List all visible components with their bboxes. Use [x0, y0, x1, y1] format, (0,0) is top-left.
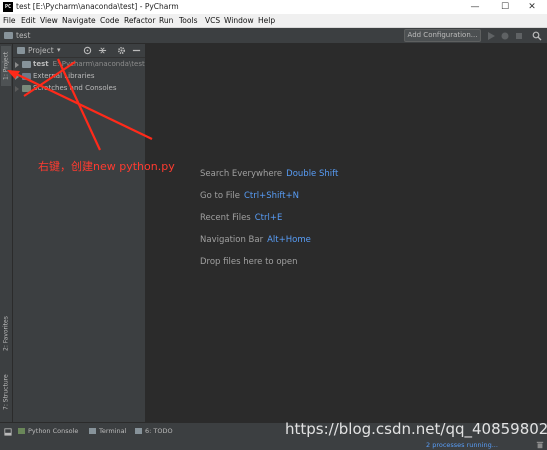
menu-vcs[interactable]: VCS: [205, 16, 220, 25]
chevron-down-icon[interactable]: ▾: [57, 46, 61, 54]
hide-panel-icon[interactable]: [132, 46, 141, 55]
library-icon: [22, 73, 31, 80]
menu-navigate[interactable]: Navigate: [62, 16, 96, 25]
hint-shortcut: Ctrl+Shift+N: [243, 191, 299, 201]
folder-icon: [4, 32, 13, 39]
tab-todo[interactable]: 6: TODO: [135, 427, 173, 435]
run-icon[interactable]: [486, 31, 496, 41]
menu-refactor[interactable]: Refactor: [124, 16, 155, 25]
left-tool-strip: 1: Project 2: Favorites 7: Structure: [0, 44, 13, 422]
scratches-icon: [22, 85, 31, 92]
hint-label: Drop files here to open: [200, 257, 298, 267]
annotation-text: 右键，创建new python.py: [38, 160, 175, 173]
menu-view[interactable]: View: [40, 16, 58, 25]
terminal-icon: [89, 428, 96, 434]
project-icon: [17, 47, 25, 54]
tree-item-external-libraries[interactable]: External Libraries: [13, 71, 145, 82]
status-bar: 2 processes running...: [0, 440, 547, 450]
hint-drop-files: Drop files here to open: [200, 257, 298, 267]
hint-shortcut: Alt+Home: [267, 235, 311, 245]
hint-go-to-file: Go to File Ctrl+Shift+N: [200, 191, 299, 201]
menu-edit[interactable]: Edit: [21, 16, 36, 25]
project-tool-tab[interactable]: 1: Project: [1, 46, 11, 86]
tab-label: Python Console: [28, 427, 79, 435]
structure-tool-tab-label: 7: Structure: [2, 374, 10, 410]
minimize-button[interactable]: —: [460, 0, 490, 14]
tab-label: 6: TODO: [145, 427, 173, 435]
stop-icon[interactable]: [514, 31, 524, 41]
tab-terminal[interactable]: Terminal: [89, 427, 126, 435]
menu-code[interactable]: Code: [100, 16, 119, 25]
hint-recent-files: Recent Files Ctrl+E: [200, 213, 282, 223]
hint-search-everywhere: Search Everywhere Double Shift: [200, 169, 338, 179]
menu-file[interactable]: File: [3, 16, 16, 25]
pycharm-logo-icon: PC: [3, 2, 13, 12]
menu-tools[interactable]: Tools: [179, 16, 197, 25]
watermark: https://blog.csdn.net/qq_40859802: [285, 420, 547, 438]
menu-help[interactable]: Help: [258, 16, 275, 25]
tree-item-project-root[interactable]: test E:\Pycharm\anaconda\test: [13, 59, 145, 70]
gear-icon[interactable]: [117, 46, 126, 55]
collapse-all-icon[interactable]: [98, 46, 107, 55]
expand-arrow-icon[interactable]: [15, 62, 19, 68]
hint-label: Go to File: [200, 191, 240, 201]
window-title: test [E:\Pycharm\anaconda\test] - PyChar…: [16, 2, 179, 11]
project-panel: Project ▾ test E:\Pycharm\anaconda\test E…: [13, 44, 145, 422]
hint-navigation-bar: Navigation Bar Alt+Home: [200, 235, 311, 245]
todo-icon: [135, 428, 142, 434]
close-button[interactable]: ✕: [517, 0, 547, 14]
title-bar: PC test [E:\Pycharm\anaconda\test] - PyC…: [0, 0, 547, 14]
locate-file-icon[interactable]: [83, 46, 92, 55]
add-configuration-button[interactable]: Add Configuration...: [404, 29, 481, 42]
maximize-button[interactable]: ☐: [490, 0, 520, 14]
debug-icon[interactable]: [500, 31, 510, 41]
tree-item-path: E:\Pycharm\anaconda\test: [52, 60, 145, 68]
hint-label: Search Everywhere: [200, 169, 283, 179]
hint-shortcut: Double Shift: [286, 169, 339, 179]
menu-window[interactable]: Window: [224, 16, 254, 25]
project-view-selector[interactable]: Project: [28, 46, 54, 55]
hint-shortcut: Ctrl+E: [254, 213, 283, 223]
menu-bar: File Edit View Navigate Code Refactor Ru…: [0, 14, 547, 28]
tree-item-label: Scratches and Consoles: [33, 84, 117, 92]
project-panel-header: Project ▾: [13, 44, 145, 58]
expand-arrow-icon[interactable]: [15, 74, 19, 80]
hint-label: Recent Files: [200, 213, 251, 223]
favorites-tool-tab-label: 2: Favorites: [2, 316, 10, 352]
tree-item-label: External Libraries: [33, 72, 95, 80]
tab-label: Terminal: [99, 427, 127, 435]
tree-item-scratches[interactable]: Scratches and Consoles: [13, 83, 145, 94]
expand-arrow-icon[interactable]: [15, 86, 19, 92]
hint-label: Navigation Bar: [200, 235, 264, 245]
python-console-icon: [18, 428, 25, 434]
navigation-bar: test Add Configuration...: [0, 28, 547, 44]
favorites-tool-tab[interactable]: 2: Favorites: [1, 306, 11, 362]
structure-tool-tab[interactable]: 7: Structure: [1, 366, 11, 418]
tab-python-console[interactable]: Python Console: [18, 427, 78, 435]
editor-area[interactable]: Search Everywhere Double Shift Go to File…: [146, 44, 547, 422]
folder-icon: [22, 61, 31, 68]
breadcrumb[interactable]: test: [16, 31, 30, 40]
search-icon[interactable]: [532, 31, 542, 41]
tree-item-label: test: [33, 60, 49, 68]
menu-run[interactable]: Run: [159, 16, 173, 25]
trash-icon[interactable]: [536, 441, 544, 449]
project-tool-tab-label: 1: Project: [2, 51, 10, 81]
background-processes-status[interactable]: 2 processes running...: [426, 441, 498, 449]
toggle-tool-windows-icon[interactable]: [4, 428, 12, 436]
